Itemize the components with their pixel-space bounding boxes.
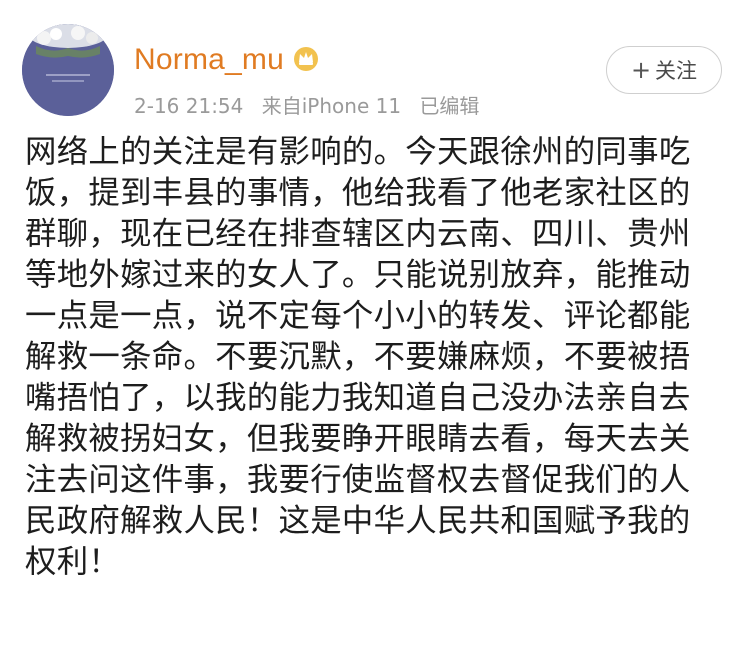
crown-badge-icon xyxy=(292,44,320,72)
post-text-line: 嘴捂怕了，以我的能力我知道自己没办法亲自去 xyxy=(25,380,691,416)
post-text-line: 网络上的关注是有影响的。今天跟徐州的同事吃 xyxy=(25,134,691,170)
post-text-line: 等地外嫁过来的女人了。只能说别放弃，能推动 xyxy=(25,257,691,293)
username[interactable]: Norma_mu xyxy=(134,43,284,77)
post-text-line: 权利！ xyxy=(25,544,121,580)
post-source: 来自iPhone 11 xyxy=(261,94,402,118)
user-line: Norma_mu xyxy=(134,40,320,80)
post-header: Norma_mu 2-16 21:54 来自iPhone 11 已编辑 + 关注 xyxy=(22,24,728,120)
post-text-line: 民政府解救人民！这是中华人民共和国赋予我的 xyxy=(25,503,691,539)
post-text-line: 一点是一点，说不定每个小小的转发、评论都能 xyxy=(25,298,691,334)
post-meta: 2-16 21:54 来自iPhone 11 已编辑 xyxy=(134,90,491,119)
post-text-line: 群聊，现在已经在排查辖区内云南、四川、贵州 xyxy=(25,216,691,252)
avatar-image xyxy=(22,24,114,116)
plus-icon: + xyxy=(630,56,652,84)
edited-label: 已编辑 xyxy=(419,94,480,118)
post-date: 2-16 21:54 xyxy=(134,94,244,118)
post-text-line: 饭，提到丰县的事情，他给我看了他老家社区的 xyxy=(25,175,691,211)
post-content: 网络上的关注是有影响的。今天跟徐州的同事吃 饭，提到丰县的事情，他给我看了他老家… xyxy=(25,132,715,583)
post-text-line: 解救被拐妇女，但我要睁开眼睛去看，每天去关 xyxy=(25,421,691,457)
weibo-post: Norma_mu 2-16 21:54 来自iPhone 11 已编辑 + 关注… xyxy=(0,0,750,646)
post-text-line: 注去问这件事，我要行使监督权去督促我们的人 xyxy=(25,462,691,498)
post-text-line: 解救一条命。不要沉默，不要嫌麻烦，不要被捂 xyxy=(25,339,691,375)
avatar[interactable] xyxy=(22,24,114,116)
follow-label: 关注 xyxy=(655,59,698,83)
follow-button[interactable]: + 关注 xyxy=(606,46,722,94)
